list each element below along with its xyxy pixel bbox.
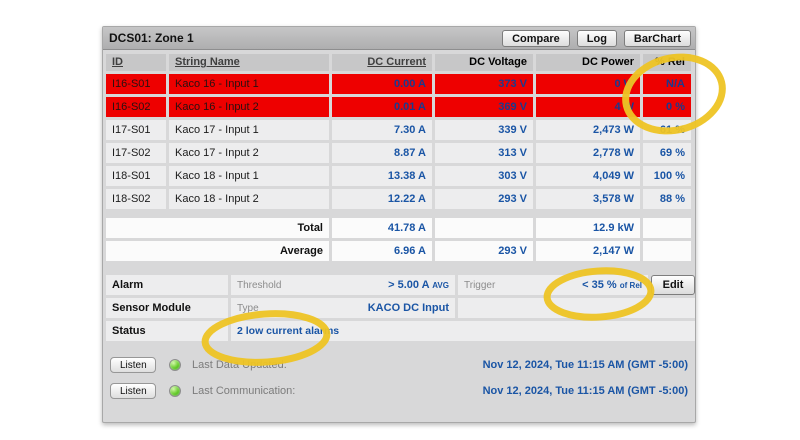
summary-average-rel [643, 241, 691, 261]
low-current-alarms-link[interactable]: 2 low current alarms [237, 325, 339, 337]
table-row-cell-current: 0.01 A [332, 97, 432, 117]
table-row-cell-rel: 61 % [643, 120, 691, 140]
column-header-dc-voltage: DC Voltage [435, 54, 533, 71]
threshold-value: > 5.00 A AVG [388, 275, 449, 295]
summary-total-voltage [435, 218, 533, 238]
panel-title: DCS01: Zone 1 [109, 31, 194, 45]
table-row-cell-voltage: 293 V [435, 189, 533, 209]
summary-average-label: Average [106, 241, 329, 261]
table-row-cell-rel: 0 % [643, 97, 691, 117]
barchart-button[interactable]: BarChart [624, 30, 691, 47]
table-row-cell-voltage: 339 V [435, 120, 533, 140]
last-communication-label: Last Communication: [192, 385, 295, 397]
sensor-module-label: Sensor Module [106, 298, 228, 318]
compare-button[interactable]: Compare [502, 30, 570, 47]
sensor-type-cell: Type KACO DC Input [231, 298, 455, 318]
table-row-cell-name: Kaco 17 - Input 2 [169, 143, 329, 163]
screen: DCS01: Zone 1 Compare Log BarChart ID St… [0, 0, 800, 440]
panel-titlebar: DCS01: Zone 1 Compare Log BarChart [103, 27, 695, 50]
summary-total-rel [643, 218, 691, 238]
summary-average-power: 2,147 W [536, 241, 640, 261]
threshold-label: Threshold [237, 276, 281, 295]
table-row-cell-power: 4 W [536, 97, 640, 117]
table-row-cell-voltage: 369 V [435, 97, 533, 117]
last-data-updated-row: Listen Last Data Updated: Nov 12, 2024, … [110, 354, 688, 376]
column-header-string-name[interactable]: String Name [169, 54, 329, 71]
trigger-value: < 35 % of Rel [582, 275, 642, 295]
string-table: ID String Name DC Current DC Voltage DC … [106, 54, 692, 209]
status-label: Status [106, 321, 228, 341]
table-row-cell-current: 8.87 A [332, 143, 432, 163]
last-communication-row: Listen Last Communication: Nov 12, 2024,… [110, 380, 688, 402]
alarm-row-label: Alarm [106, 275, 228, 295]
status-led-icon [169, 385, 181, 397]
table-row-cell-power: 2,473 W [536, 120, 640, 140]
summary-average-voltage: 293 V [435, 241, 533, 261]
summary-total-current: 41.78 A [332, 218, 432, 238]
table-row-cell-power: 4,049 W [536, 166, 640, 186]
summary-table: Total 41.78 A 12.9 kW Average 6.96 A 293… [106, 218, 692, 261]
summary-total-label: Total [106, 218, 329, 238]
listen-button[interactable]: Listen [110, 357, 156, 373]
table-row-cell-rel: 69 % [643, 143, 691, 163]
table-row-cell-name: Kaco 18 - Input 2 [169, 189, 329, 209]
sensor-type-label: Type [237, 299, 259, 318]
table-row-cell-current: 7.30 A [332, 120, 432, 140]
table-row-cell-current: 12.22 A [332, 189, 432, 209]
settings-table: Alarm Threshold > 5.00 A AVG Trigger < 3… [106, 275, 692, 341]
device-panel: DCS01: Zone 1 Compare Log BarChart ID St… [102, 26, 696, 423]
sensor-type-value: KACO DC Input [368, 298, 449, 318]
table-row-cell-voltage: 313 V [435, 143, 533, 163]
summary-average-current: 6.96 A [332, 241, 432, 261]
table-row-cell-id: I17-S02 [106, 143, 166, 163]
column-header-id[interactable]: ID [106, 54, 166, 71]
summary-total-power: 12.9 kW [536, 218, 640, 238]
column-header-dc-current[interactable]: DC Current [332, 54, 432, 71]
table-row-cell-rel: 88 % [643, 189, 691, 209]
alarm-threshold-cell: Threshold > 5.00 A AVG [231, 275, 455, 295]
table-row-cell-current: 0.00 A [332, 74, 432, 94]
log-button[interactable]: Log [577, 30, 617, 47]
edit-button[interactable]: Edit [651, 275, 695, 295]
table-row-cell-id: I16-S01 [106, 74, 166, 94]
listen-button[interactable]: Listen [110, 383, 156, 399]
last-data-updated-value: Nov 12, 2024, Tue 11:15 AM (GMT -5:00) [483, 359, 688, 371]
table-row-cell-power: 3,578 W [536, 189, 640, 209]
table-row-cell-name: Kaco 16 - Input 2 [169, 97, 329, 117]
table-row-cell-name: Kaco 16 - Input 1 [169, 74, 329, 94]
table-row-cell-id: I18-S01 [106, 166, 166, 186]
last-communication-value: Nov 12, 2024, Tue 11:15 AM (GMT -5:00) [483, 385, 688, 397]
column-header-dc-power: DC Power [536, 54, 640, 71]
table-row-cell-rel: N/A [643, 74, 691, 94]
table-row-cell-rel: 100 % [643, 166, 691, 186]
panel-footer: Listen Last Data Updated: Nov 12, 2024, … [106, 354, 692, 402]
table-row-cell-name: Kaco 17 - Input 1 [169, 120, 329, 140]
alarm-trigger-cell: Trigger < 35 % of Rel [458, 275, 648, 295]
table-row-cell-voltage: 373 V [435, 74, 533, 94]
table-row-cell-current: 13.38 A [332, 166, 432, 186]
table-row-cell-name: Kaco 18 - Input 1 [169, 166, 329, 186]
table-row-cell-power: 2,778 W [536, 143, 640, 163]
table-row-cell-id: I16-S02 [106, 97, 166, 117]
sensor-empty-cell [458, 298, 695, 318]
status-led-icon [169, 359, 181, 371]
table-row-cell-id: I18-S02 [106, 189, 166, 209]
table-row-cell-voltage: 303 V [435, 166, 533, 186]
trigger-label: Trigger [464, 276, 495, 295]
column-header-rel: % Rel [643, 54, 691, 71]
table-row-cell-power: 0 W [536, 74, 640, 94]
last-data-updated-label: Last Data Updated: [192, 359, 287, 371]
table-row-cell-id: I17-S01 [106, 120, 166, 140]
status-cell: 2 low current alarms [231, 321, 695, 341]
